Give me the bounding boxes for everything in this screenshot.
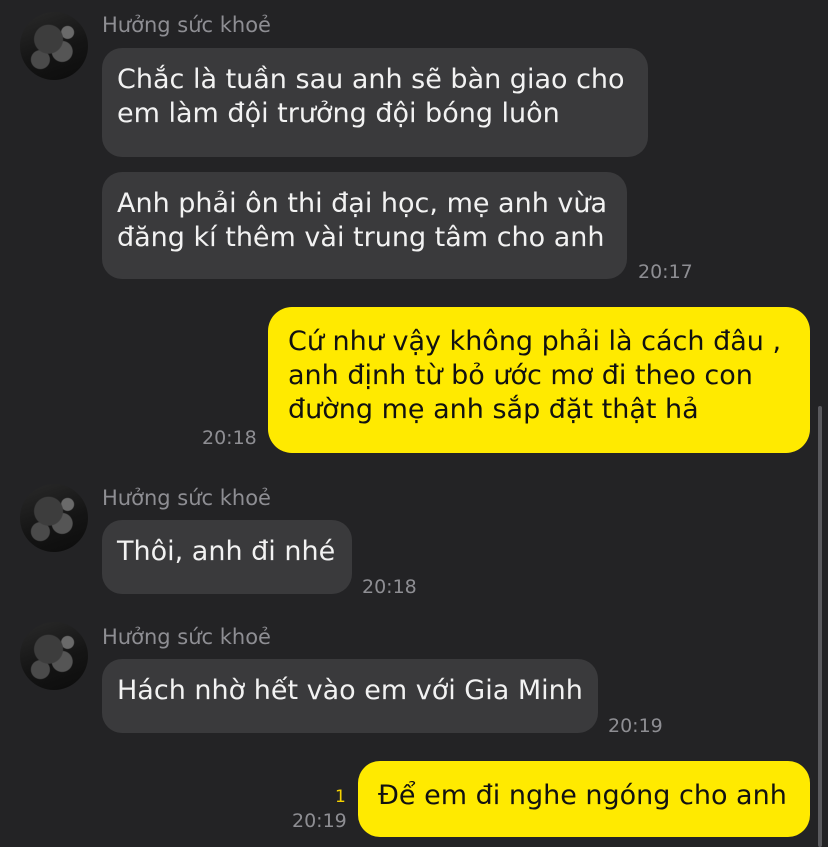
message-timestamp: 20:19	[292, 810, 347, 832]
message-bubble-incoming[interactable]: Anh phải ôn thi đại học, mẹ anh vừa đăng…	[102, 172, 627, 279]
message-text: Hách nhờ hết vào em với Gia Minh	[117, 675, 583, 706]
message-text: Để em đi nghe ngóng cho anh	[378, 780, 787, 811]
message-timestamp: 20:18	[362, 576, 417, 598]
sender-name: Hưởng sức khoẻ	[102, 625, 271, 649]
sender-name: Hưởng sức khoẻ	[102, 13, 271, 37]
message-bubble-outgoing[interactable]: Cứ như vậy không phải là cách đâu , anh …	[268, 307, 810, 453]
message-bubble-incoming[interactable]: Hách nhờ hết vào em với Gia Minh	[102, 659, 598, 733]
message-timestamp: 20:17	[638, 261, 693, 283]
message-timestamp: 20:18	[202, 427, 257, 449]
sender-avatar[interactable]	[20, 12, 88, 80]
message-text: Chắc là tuần sau anh sẽ bàn giao cho em …	[117, 64, 625, 129]
message-text: Cứ như vậy không phải là cách đâu , anh …	[288, 326, 782, 425]
sender-name: Hưởng sức khoẻ	[102, 486, 271, 510]
message-bubble-incoming[interactable]: Thôi, anh đi nhé	[102, 520, 352, 594]
message-text: Thôi, anh đi nhé	[117, 536, 336, 567]
chat-view[interactable]: Hưởng sức khoẻ Chắc là tuần sau anh sẽ b…	[0, 0, 828, 847]
sender-avatar[interactable]	[20, 622, 88, 690]
message-timestamp: 20:19	[608, 715, 663, 737]
sender-avatar[interactable]	[20, 484, 88, 552]
message-bubble-incoming[interactable]: Chắc là tuần sau anh sẽ bàn giao cho em …	[102, 48, 648, 157]
unread-count: 1	[335, 787, 346, 807]
scrollbar[interactable]	[818, 406, 822, 847]
message-bubble-outgoing[interactable]: Để em đi nghe ngóng cho anh	[358, 761, 810, 837]
message-text: Anh phải ôn thi đại học, mẹ anh vừa đăng…	[117, 188, 608, 253]
